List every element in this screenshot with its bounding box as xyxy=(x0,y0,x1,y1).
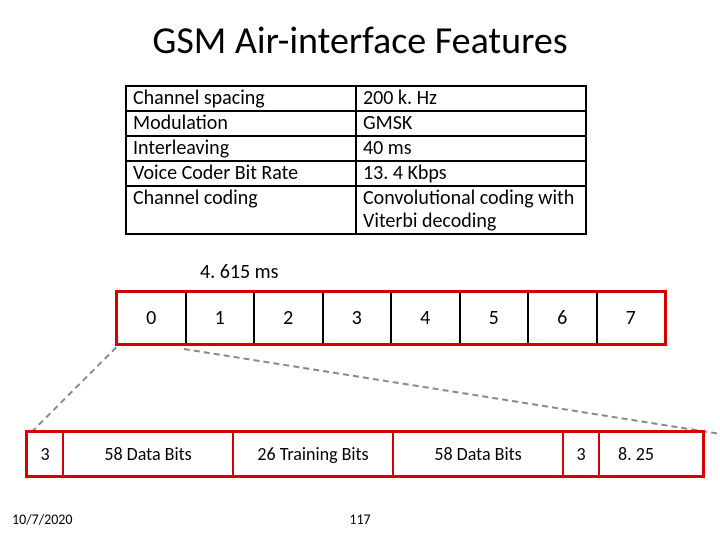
expansion-line xyxy=(31,347,117,433)
time-slot: 7 xyxy=(598,293,665,343)
feature-key: Voice Coder Bit Rate xyxy=(126,161,356,186)
slide-title: GSM Air-interface Features xyxy=(0,18,720,64)
time-slot: 2 xyxy=(255,293,324,343)
burst-data-bits: 58 Data Bits xyxy=(64,433,234,475)
features-table: Channel spacing200 k. Hz ModulationGMSK … xyxy=(125,85,587,235)
feature-value: 13. 4 Kbps xyxy=(356,161,586,186)
tdma-frame: 0 1 2 3 4 5 6 7 xyxy=(115,290,667,346)
feature-key: Interleaving xyxy=(126,136,356,161)
feature-key: Channel coding xyxy=(126,186,356,234)
frame-duration-label: 4. 615 ms xyxy=(200,260,278,284)
footer-page-number: 117 xyxy=(0,511,720,528)
time-slot: 1 xyxy=(187,293,256,343)
table-row: Interleaving40 ms xyxy=(126,136,586,161)
feature-value: 40 ms xyxy=(356,136,586,161)
burst-training-bits: 26 Training Bits xyxy=(234,433,394,475)
expansion-line xyxy=(184,348,720,438)
feature-value: GMSK xyxy=(356,111,586,136)
burst-structure: 3 58 Data Bits 26 Training Bits 58 Data … xyxy=(25,430,705,478)
feature-key: Channel spacing xyxy=(126,86,356,111)
time-slot: 5 xyxy=(461,293,530,343)
burst-tail-bits: 3 xyxy=(28,433,64,475)
table-row: Voice Coder Bit Rate13. 4 Kbps xyxy=(126,161,586,186)
time-slot: 3 xyxy=(324,293,393,343)
table-row: Channel codingConvolutional coding with … xyxy=(126,186,586,234)
feature-key: Modulation xyxy=(126,111,356,136)
time-slot: 0 xyxy=(118,293,187,343)
burst-guard-bits: 8. 25 xyxy=(600,433,672,475)
time-slot: 4 xyxy=(392,293,461,343)
time-slot: 6 xyxy=(529,293,598,343)
table-row: Channel spacing200 k. Hz xyxy=(126,86,586,111)
burst-tail-bits: 3 xyxy=(564,433,600,475)
table-row: ModulationGMSK xyxy=(126,111,586,136)
feature-value: Convolutional coding with Viterbi decodi… xyxy=(356,186,586,234)
feature-value: 200 k. Hz xyxy=(356,86,586,111)
burst-data-bits: 58 Data Bits xyxy=(394,433,564,475)
